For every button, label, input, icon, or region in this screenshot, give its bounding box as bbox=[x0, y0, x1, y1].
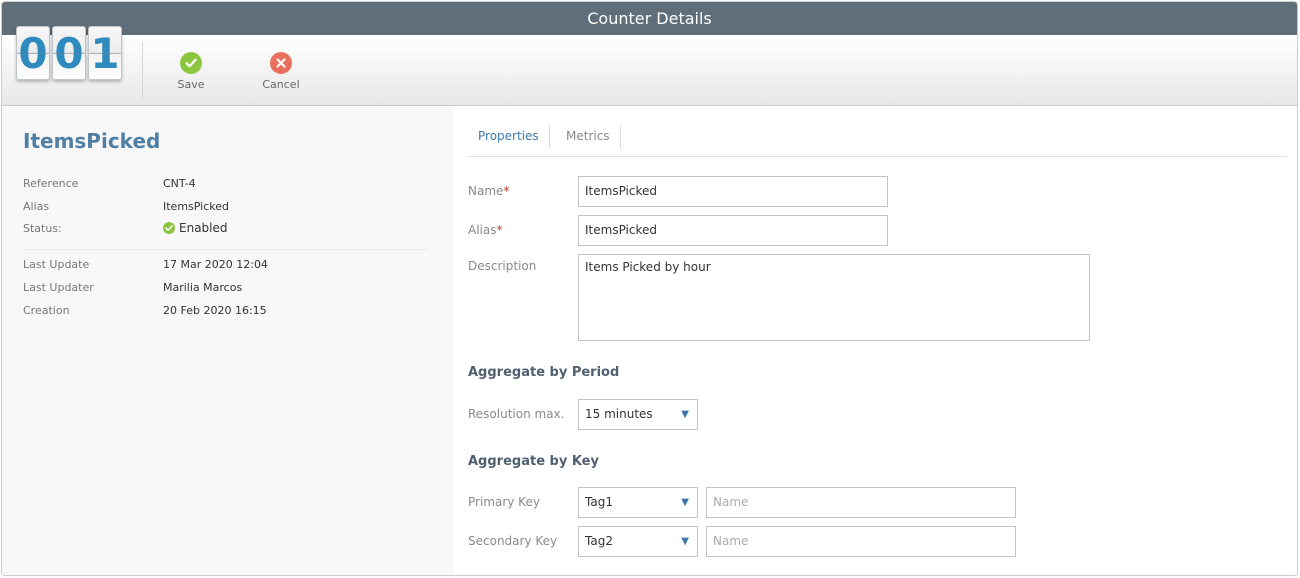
counter-details-window: Counter Details 0 0 1 Save Cancel ItemsP… bbox=[1, 1, 1298, 576]
chevron-down-icon: ▼ bbox=[681, 409, 689, 420]
resolution-label: Resolution max. bbox=[468, 407, 565, 421]
info-value: 20 Feb 2020 16:15 bbox=[163, 304, 267, 317]
name-field[interactable]: ItemsPicked bbox=[578, 176, 888, 207]
info-value: Marilia Marcos bbox=[163, 281, 243, 294]
info-value: CNT-4 bbox=[163, 177, 196, 190]
cancel-button[interactable]: Cancel bbox=[251, 52, 311, 91]
info-label: Reference bbox=[23, 177, 79, 190]
chevron-down-icon: ▼ bbox=[681, 536, 689, 547]
save-label: Save bbox=[177, 78, 205, 91]
required-mark: * bbox=[503, 184, 510, 198]
primary-key-value: Tag1 bbox=[585, 495, 613, 509]
info-label: Last Updater bbox=[23, 281, 94, 294]
info-label: Last Update bbox=[23, 258, 90, 271]
toolbar-divider bbox=[142, 42, 143, 100]
info-value: 17 Mar 2020 12:04 bbox=[163, 258, 268, 271]
counter-title: ItemsPicked bbox=[23, 129, 161, 153]
tab-properties[interactable]: Properties bbox=[468, 125, 550, 149]
tab-metrics[interactable]: Metrics bbox=[556, 125, 621, 149]
secondary-key-value: Tag2 bbox=[585, 534, 613, 548]
info-label: Alias bbox=[23, 200, 50, 213]
primary-key-label: Primary Key bbox=[468, 495, 540, 509]
status-text: Enabled bbox=[179, 221, 228, 235]
toolbar: 0 0 1 Save Cancel bbox=[2, 26, 1297, 106]
alias-field[interactable]: ItemsPicked bbox=[578, 215, 888, 246]
name-label: Name* bbox=[468, 184, 510, 198]
secondary-key-name-input[interactable]: Name bbox=[706, 526, 1016, 557]
logo-digit: 0 bbox=[16, 26, 50, 80]
required-mark: * bbox=[496, 223, 503, 237]
aggregate-key-heading: Aggregate by Key bbox=[468, 454, 599, 469]
window-title: Counter Details bbox=[2, 2, 1297, 35]
secondary-key-select[interactable]: Tag2 ▼ bbox=[578, 526, 698, 557]
status-badge: Enabled bbox=[163, 221, 228, 235]
description-label: Description bbox=[468, 259, 537, 273]
info-label: Status: bbox=[23, 222, 62, 235]
details-panel: Properties Metrics Name* ItemsPicked Ali… bbox=[453, 107, 1297, 575]
alias-label: Alias* bbox=[468, 223, 503, 237]
secondary-key-label: Secondary Key bbox=[468, 534, 558, 548]
primary-key-select[interactable]: Tag1 ▼ bbox=[578, 487, 698, 518]
check-circle-icon bbox=[163, 222, 175, 234]
info-value: ItemsPicked bbox=[163, 200, 229, 213]
logo-digit: 1 bbox=[88, 26, 122, 80]
divider bbox=[23, 249, 428, 250]
check-circle-icon bbox=[180, 52, 202, 74]
chevron-down-icon: ▼ bbox=[681, 497, 689, 508]
logo-digit: 0 bbox=[52, 26, 86, 80]
counter-logo: 0 0 1 bbox=[16, 26, 122, 80]
resolution-select[interactable]: 15 minutes ▼ bbox=[578, 399, 698, 430]
resolution-value: 15 minutes bbox=[585, 407, 653, 421]
aggregate-period-heading: Aggregate by Period bbox=[468, 365, 620, 380]
x-circle-icon bbox=[270, 52, 292, 74]
primary-key-name-input[interactable]: Name bbox=[706, 487, 1016, 518]
tab-bar: Properties Metrics bbox=[468, 125, 1287, 157]
save-button[interactable]: Save bbox=[161, 52, 221, 91]
cancel-label: Cancel bbox=[262, 78, 300, 91]
info-label: Creation bbox=[23, 304, 70, 317]
description-textarea[interactable]: Items Picked by hour bbox=[578, 254, 1090, 341]
summary-panel: ItemsPicked Reference CNT-4 Alias ItemsP… bbox=[2, 107, 453, 575]
